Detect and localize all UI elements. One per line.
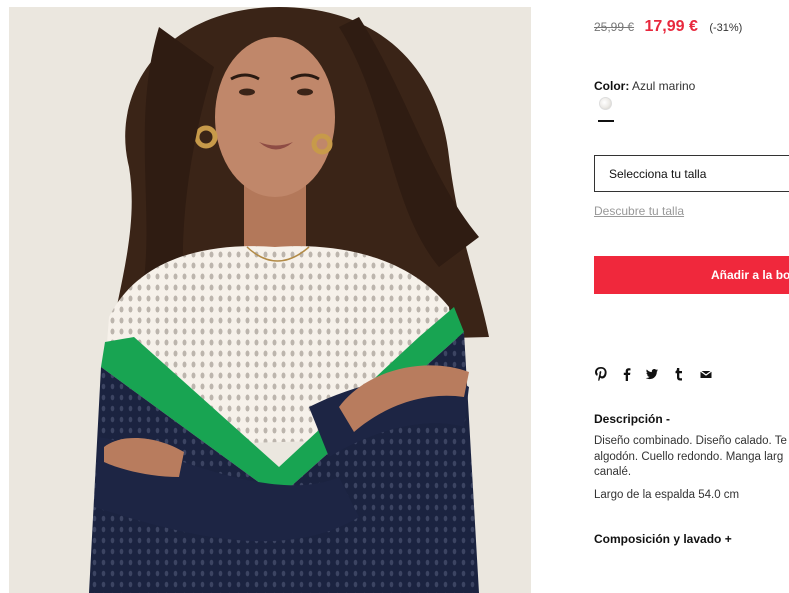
size-select[interactable]: Selecciona tu talla: [594, 155, 789, 192]
color-selector-label: Color: Azul marino: [594, 79, 695, 93]
old-price: 25,99 €: [594, 20, 635, 34]
facebook-icon[interactable]: [620, 366, 634, 382]
composition-toggle[interactable]: Composición y lavado +: [594, 532, 732, 546]
add-to-bag-button[interactable]: Añadir a la bol: [594, 256, 789, 294]
description-text: Diseño combinado. Diseño calado. Te algo…: [594, 435, 787, 478]
back-length: Largo de la espalda 54.0 cm: [594, 489, 740, 501]
description-toggle[interactable]: Descripción -: [594, 412, 670, 426]
email-icon[interactable]: [699, 366, 713, 382]
selected-swatch-indicator: [598, 120, 614, 122]
pinterest-icon[interactable]: [594, 366, 608, 382]
color-value: Azul marino: [632, 79, 696, 93]
color-swatch[interactable]: [599, 97, 612, 110]
color-label: Color:: [594, 79, 630, 93]
add-to-bag-label: Añadir a la bol: [711, 268, 789, 282]
product-info: 25,99 € 17,99 € (-31%) Color: Azul marin…: [594, 0, 789, 593]
tumblr-icon[interactable]: [672, 366, 686, 382]
twitter-icon[interactable]: [645, 366, 659, 382]
sale-price: 17,99 €: [644, 18, 698, 35]
size-guide-link[interactable]: Descubre tu talla: [594, 204, 684, 218]
size-select-placeholder: Selecciona tu talla: [609, 167, 707, 181]
price-row: 25,99 € 17,99 € (-31%): [594, 18, 742, 36]
product-image[interactable]: [9, 7, 531, 593]
discount-badge: (-31%): [709, 22, 743, 34]
